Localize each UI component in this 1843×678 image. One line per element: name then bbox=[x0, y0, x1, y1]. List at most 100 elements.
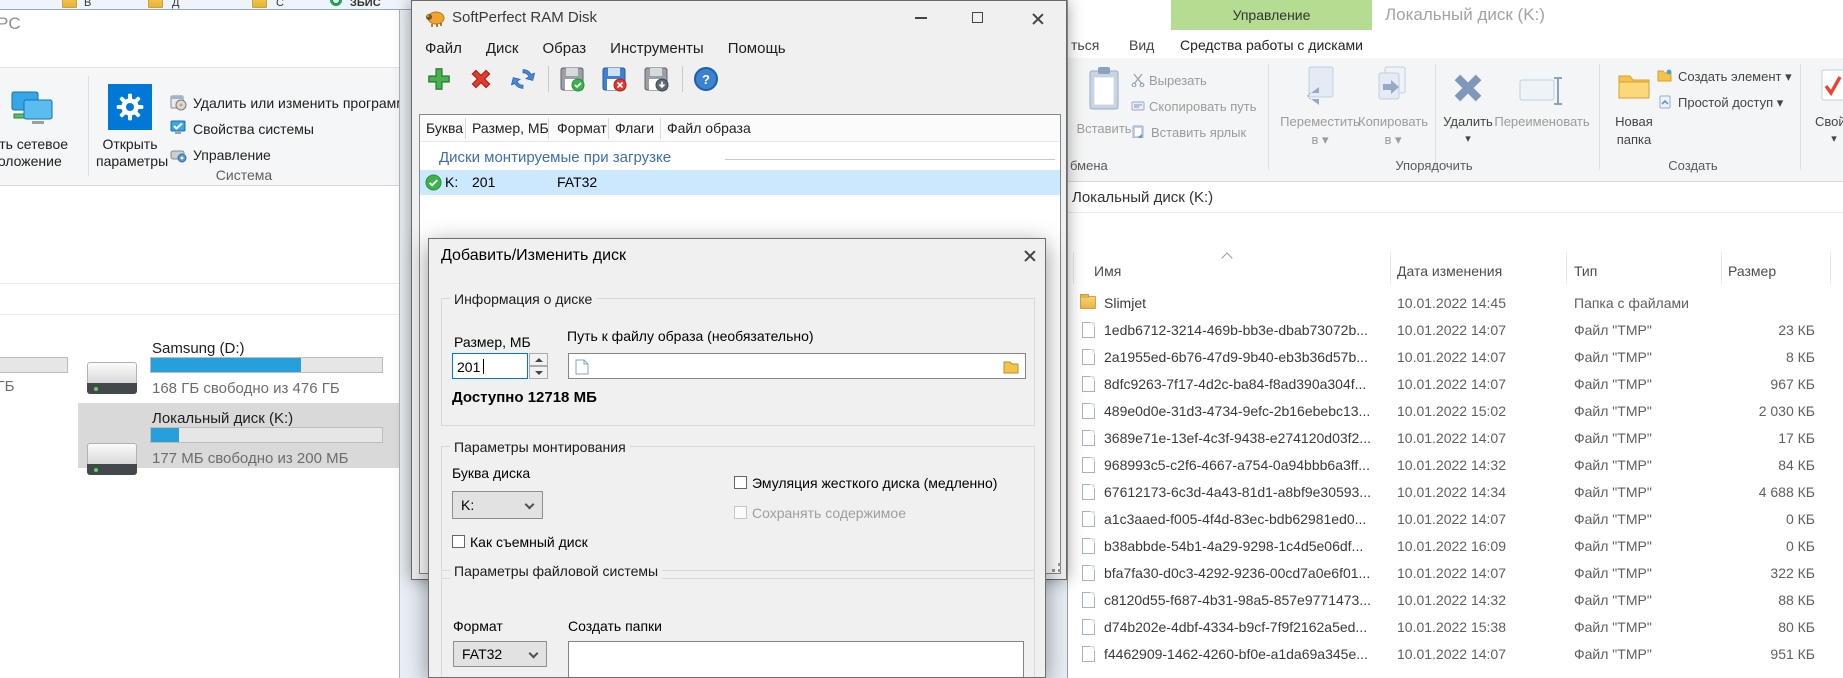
drive-name: Локальный диск (K:) bbox=[152, 410, 294, 427]
file-row[interactable]: c8120d55-f687-4b31-98a5-857e9771473... 10… bbox=[1068, 587, 1843, 614]
file-row[interactable]: Slimjet 10.01.2022 14:45 Папка с файлами bbox=[1068, 290, 1843, 317]
drive-usage-fill bbox=[151, 428, 179, 442]
text-caret bbox=[483, 359, 484, 374]
column-header-flags[interactable]: Флаги bbox=[615, 120, 654, 136]
desktop-icon-label: Д bbox=[172, 0, 180, 9]
maximize-button[interactable] bbox=[972, 12, 983, 23]
file-size: 967 КБ bbox=[1770, 376, 1815, 392]
add-edit-disk-dialog: Добавить/Изменить диск Информация о диск… bbox=[428, 238, 1046, 678]
file-row[interactable]: d74b202e-4dbf-4334-b9cf-7f9f2162a5ed... 1… bbox=[1068, 614, 1843, 641]
file-icon bbox=[1082, 538, 1095, 554]
file-size: 8 КБ bbox=[1785, 349, 1815, 365]
file-date: 10.01.2022 14:07 bbox=[1397, 511, 1506, 527]
file-icon bbox=[1082, 376, 1095, 392]
file-row[interactable]: 1edb6712-3214-469b-bb3e-dbab73072b... 10.… bbox=[1068, 317, 1843, 344]
format-select[interactable]: FAT32 bbox=[453, 641, 547, 667]
file-icon bbox=[1082, 403, 1095, 419]
filesystem-options-group-label: Параметры файловой системы bbox=[450, 563, 663, 579]
floppy-down-icon bbox=[644, 67, 669, 92]
file-date: 10.01.2022 14:07 bbox=[1397, 646, 1506, 662]
file-name: 968993c5-c2f6-4667-a754-0a94bbb6a3ff... bbox=[1104, 457, 1370, 473]
delete-image-button[interactable] bbox=[601, 66, 627, 92]
ramdisk-table-header: Буква Размер, МБ Формат Флаги Файл образ… bbox=[420, 115, 1060, 142]
file-row[interactable]: bfa7fa30-d0c3-4292-9236-00cd7a0e6f01... 1… bbox=[1068, 560, 1843, 587]
hdd-emulation-checkbox[interactable] bbox=[734, 476, 747, 489]
file-name: 1edb6712-3214-469b-bb3e-dbab73072b... bbox=[1104, 322, 1368, 338]
drive-free-space: 168 ГБ свободно из 476 ГБ bbox=[152, 380, 340, 397]
drive-free-space: 177 МБ свободно из 200 МБ bbox=[152, 450, 349, 467]
app-ram-sheep-icon bbox=[426, 11, 445, 27]
help-button[interactable]: ? bbox=[693, 66, 719, 92]
column-header-image-file[interactable]: Файл образа bbox=[667, 120, 751, 136]
file-icon bbox=[1082, 430, 1095, 446]
ramdisk-titlebar[interactable]: SoftPerfect RAM Disk bbox=[412, 1, 1066, 35]
drive-usage-bar bbox=[150, 427, 383, 443]
floppy-check-icon bbox=[560, 67, 585, 92]
file-row[interactable]: f4462909-1462-4260-bf0e-a1da69a345e... 10… bbox=[1068, 641, 1843, 668]
screen: В Д С ЗБИС PC вить сетевое положение bbox=[0, 0, 1843, 678]
remove-disk-button[interactable] bbox=[468, 66, 494, 92]
desktop-folder-icon[interactable] bbox=[252, 0, 267, 8]
menu-item-4[interactable]: Помощь bbox=[719, 37, 795, 60]
file-row[interactable]: 3689e71e-13ef-4c3f-9438-e274120d03f2... 1… bbox=[1068, 425, 1843, 452]
file-row[interactable]: b38abbde-54b1-4a29-9298-1c4d5e06df... 10.… bbox=[1068, 533, 1843, 560]
create-folders-textarea[interactable] bbox=[568, 641, 1024, 677]
save-image-button[interactable] bbox=[559, 66, 585, 92]
desktop-folder-icon[interactable] bbox=[148, 0, 163, 8]
file-type: Файл "TMP" bbox=[1574, 538, 1652, 554]
menu-item-0[interactable]: Файл bbox=[416, 37, 471, 60]
menu-item-2[interactable]: Образ bbox=[534, 37, 596, 60]
size-spin-down-button[interactable] bbox=[529, 366, 548, 379]
menu-item-1[interactable]: Диск bbox=[477, 37, 528, 60]
file-row[interactable]: 67612173-6c3d-4a43-81d1-a8bf9e30593... 10… bbox=[1068, 479, 1843, 506]
keep-contents-checkbox bbox=[734, 506, 747, 519]
file-date: 10.01.2022 14:07 bbox=[1397, 565, 1506, 581]
file-row[interactable]: 8dfc9263-7f17-4d2c-ba84-f8ad390a304f... 1… bbox=[1068, 371, 1843, 398]
size-input[interactable]: 201 bbox=[452, 353, 528, 379]
desktop-app-icon[interactable] bbox=[330, 0, 342, 6]
file-icon bbox=[1082, 457, 1095, 473]
file-name: 489e0d0e-31d3-4734-9efc-2b16ebebc13... bbox=[1104, 403, 1371, 419]
add-disk-button[interactable] bbox=[426, 66, 452, 92]
column-header-letter[interactable]: Буква bbox=[426, 120, 463, 136]
mounted-check-icon bbox=[425, 174, 442, 191]
file-row[interactable]: 489e0d0e-31d3-4734-9efc-2b16ebebc13... 10… bbox=[1068, 398, 1843, 425]
file-name: 8dfc9263-7f17-4d2c-ba84-f8ad390a304f... bbox=[1104, 376, 1367, 392]
refresh-button[interactable] bbox=[510, 66, 536, 92]
file-size: 84 КБ bbox=[1778, 457, 1815, 473]
file-row[interactable]: 2a1955ed-6b76-47d9-9b40-eb3b36d57b... 10.… bbox=[1068, 344, 1843, 371]
size-spin-up-button[interactable] bbox=[529, 353, 548, 366]
plus-icon bbox=[428, 68, 450, 90]
file-date: 10.01.2022 14:34 bbox=[1397, 484, 1506, 500]
file-date: 10.01.2022 14:32 bbox=[1397, 457, 1506, 473]
menu-item-3[interactable]: Инструменты bbox=[601, 37, 713, 60]
file-type: Файл "TMP" bbox=[1574, 403, 1652, 419]
group-row-label: Диски монтируемые при загрузке bbox=[439, 149, 672, 166]
drive-letter-select[interactable]: K: bbox=[452, 491, 543, 519]
column-header-size[interactable]: Размер, МБ bbox=[472, 120, 549, 136]
column-header-format[interactable]: Формат bbox=[557, 120, 607, 136]
ramdisk-disk-row[interactable]: K: 201 FAT32 bbox=[420, 170, 1060, 195]
desktop-icon-label: С bbox=[276, 0, 284, 9]
file-date: 10.01.2022 14:45 bbox=[1397, 295, 1506, 311]
file-size: 0 КБ bbox=[1785, 538, 1815, 554]
desktop-folder-icon[interactable] bbox=[62, 0, 77, 8]
file-row[interactable]: 968993c5-c2f6-4667-a754-0a94bbb6a3ff... 1… bbox=[1068, 452, 1843, 479]
disk-format: FAT32 bbox=[557, 174, 598, 190]
format-label: Формат bbox=[453, 618, 503, 634]
svg-text:?: ? bbox=[702, 72, 710, 87]
dialog-close-button[interactable] bbox=[1023, 249, 1037, 263]
removable-disk-checkbox[interactable] bbox=[452, 535, 465, 548]
file-date: 10.01.2022 16:09 bbox=[1397, 538, 1506, 554]
mount-image-button[interactable] bbox=[643, 66, 669, 92]
browse-folder-icon[interactable] bbox=[1003, 360, 1019, 374]
ramdisk-toolbar: ? bbox=[412, 61, 1066, 99]
file-row[interactable]: a1c3aaed-f005-4f4d-83ec-bdb62981ed0... 10… bbox=[1068, 506, 1843, 533]
file-type: Файл "TMP" bbox=[1574, 619, 1652, 635]
minimize-button[interactable] bbox=[915, 17, 927, 19]
file-type: Файл "TMP" bbox=[1574, 484, 1652, 500]
image-path-input[interactable] bbox=[568, 353, 1026, 379]
keep-contents-label: Сохранять содержимое bbox=[752, 505, 906, 521]
file-icon bbox=[1082, 511, 1095, 527]
close-button[interactable] bbox=[1031, 12, 1045, 26]
